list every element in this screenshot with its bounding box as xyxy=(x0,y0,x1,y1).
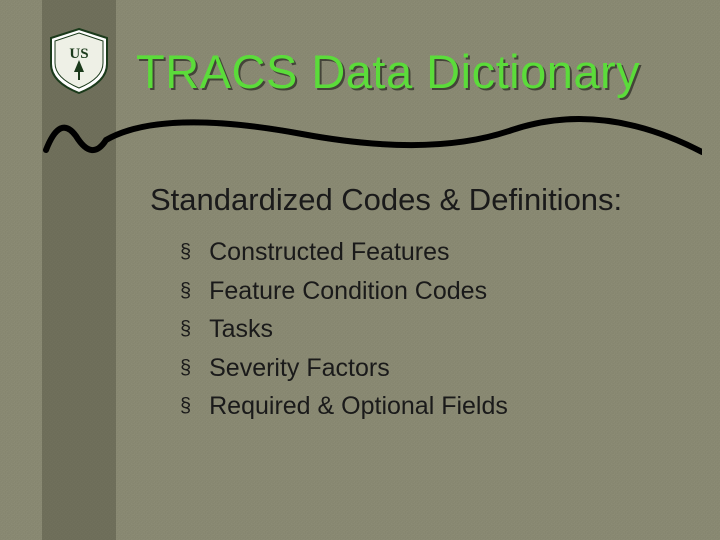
list-item: § Constructed Features xyxy=(180,236,508,269)
list-item: § Required & Optional Fields xyxy=(180,390,508,423)
bullet-label: Required & Optional Fields xyxy=(209,390,508,423)
list-item: § Feature Condition Codes xyxy=(180,275,508,308)
bullet-label: Feature Condition Codes xyxy=(209,275,487,308)
bullet-label: Tasks xyxy=(209,313,273,346)
bullet-list: § Constructed Features § Feature Conditi… xyxy=(180,236,508,429)
bullet-icon: § xyxy=(180,281,191,301)
forest-service-logo: US xyxy=(48,28,110,94)
list-item: § Tasks xyxy=(180,313,508,346)
bullet-icon: § xyxy=(180,358,191,378)
bullet-icon: § xyxy=(180,242,191,262)
divider-swoosh-icon xyxy=(42,100,702,180)
bullet-label: Severity Factors xyxy=(209,352,390,385)
bullet-icon: § xyxy=(180,319,191,339)
slide-title: TRACS Data Dictionary xyxy=(136,44,640,99)
bullet-label: Constructed Features xyxy=(209,236,449,269)
list-item: § Severity Factors xyxy=(180,352,508,385)
bullet-icon: § xyxy=(180,396,191,416)
svg-text:US: US xyxy=(69,46,88,62)
slide-subtitle: Standardized Codes & Definitions: xyxy=(150,182,622,218)
